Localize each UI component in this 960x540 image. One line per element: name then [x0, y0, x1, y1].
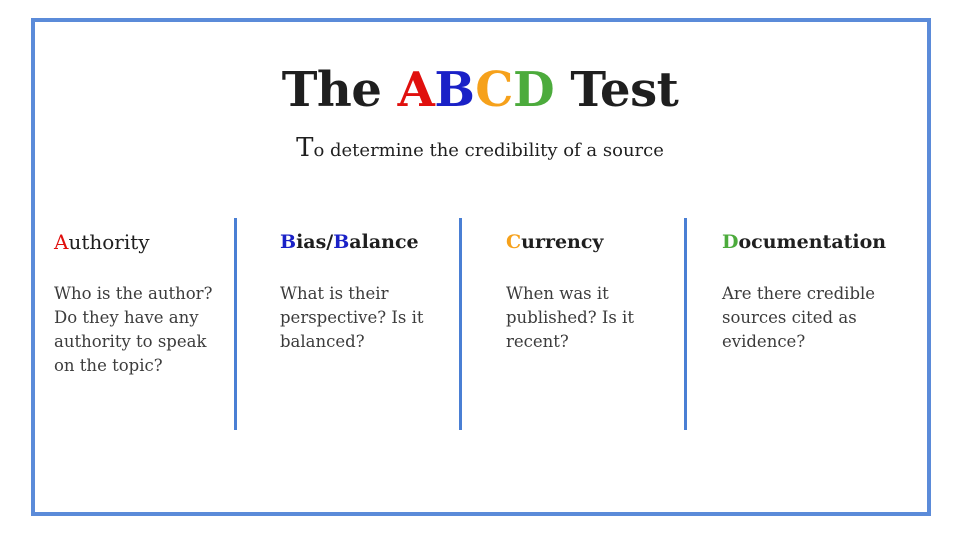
- column-heading-bias-balance: Bias/Balance: [280, 228, 423, 256]
- title-letter-d: D: [513, 62, 555, 118]
- title-letter-b: B: [434, 62, 476, 118]
- column-body-documentation: Are there credible sources cited as evid…: [722, 282, 886, 354]
- body-line: evidence?: [722, 332, 806, 351]
- column-divider-1: [234, 218, 237, 430]
- column-divider-3: [684, 218, 687, 430]
- column-bias-balance: Bias/Balance What is their perspective? …: [280, 228, 423, 354]
- title-suffix: Test: [554, 62, 679, 118]
- heading-rest: ocumentation: [738, 231, 887, 253]
- body-line: Who is the author?: [54, 284, 213, 303]
- column-authority: Authority Who is the author? Do they hav…: [54, 228, 212, 378]
- heading-mid: ias/: [296, 231, 334, 253]
- column-body-currency: When was it published? Is it recent?: [506, 282, 634, 354]
- body-line: sources cited as: [722, 308, 857, 327]
- heading-letter-b: B: [280, 231, 297, 253]
- heading-rest: alance: [349, 231, 419, 253]
- column-divider-2: [459, 218, 462, 430]
- body-line: on the topic?: [54, 356, 163, 375]
- column-heading-currency: Currency: [506, 228, 634, 256]
- body-line: Do they have any: [54, 308, 199, 327]
- subtitle-first-letter: T: [296, 133, 314, 163]
- body-line: recent?: [506, 332, 569, 351]
- body-line: authority to speak: [54, 332, 207, 351]
- heading-letter-a: A: [54, 230, 69, 254]
- subtitle-rest: o determine the credibility of a source: [313, 140, 664, 161]
- title-letter-a: A: [397, 62, 435, 118]
- body-line: balanced?: [280, 332, 365, 351]
- column-body-bias-balance: What is their perspective? Is it balance…: [280, 282, 423, 354]
- column-documentation: Documentation Are there credible sources…: [722, 228, 886, 354]
- heading-letter-c: C: [506, 231, 522, 253]
- heading-letter-b2: B: [333, 231, 350, 253]
- body-line: published? Is it: [506, 308, 634, 327]
- column-heading-authority: Authority: [54, 228, 212, 256]
- slide-subtitle: To determine the credibility of a source: [0, 134, 960, 165]
- body-line: When was it: [506, 284, 609, 303]
- column-currency: Currency When was it published? Is it re…: [506, 228, 634, 354]
- slide-title: The ABCD Test: [0, 62, 960, 118]
- heading-rest: uthority: [68, 230, 150, 254]
- body-line: What is their: [280, 284, 389, 303]
- title-prefix: The: [281, 62, 398, 118]
- heading-letter-d: D: [722, 231, 739, 253]
- body-line: Are there credible: [722, 284, 876, 303]
- column-heading-documentation: Documentation: [722, 228, 886, 256]
- body-line: perspective? Is it: [280, 308, 424, 327]
- heading-rest: urrency: [521, 231, 604, 253]
- column-body-authority: Who is the author? Do they have any auth…: [54, 282, 212, 378]
- title-letter-c: C: [475, 62, 513, 118]
